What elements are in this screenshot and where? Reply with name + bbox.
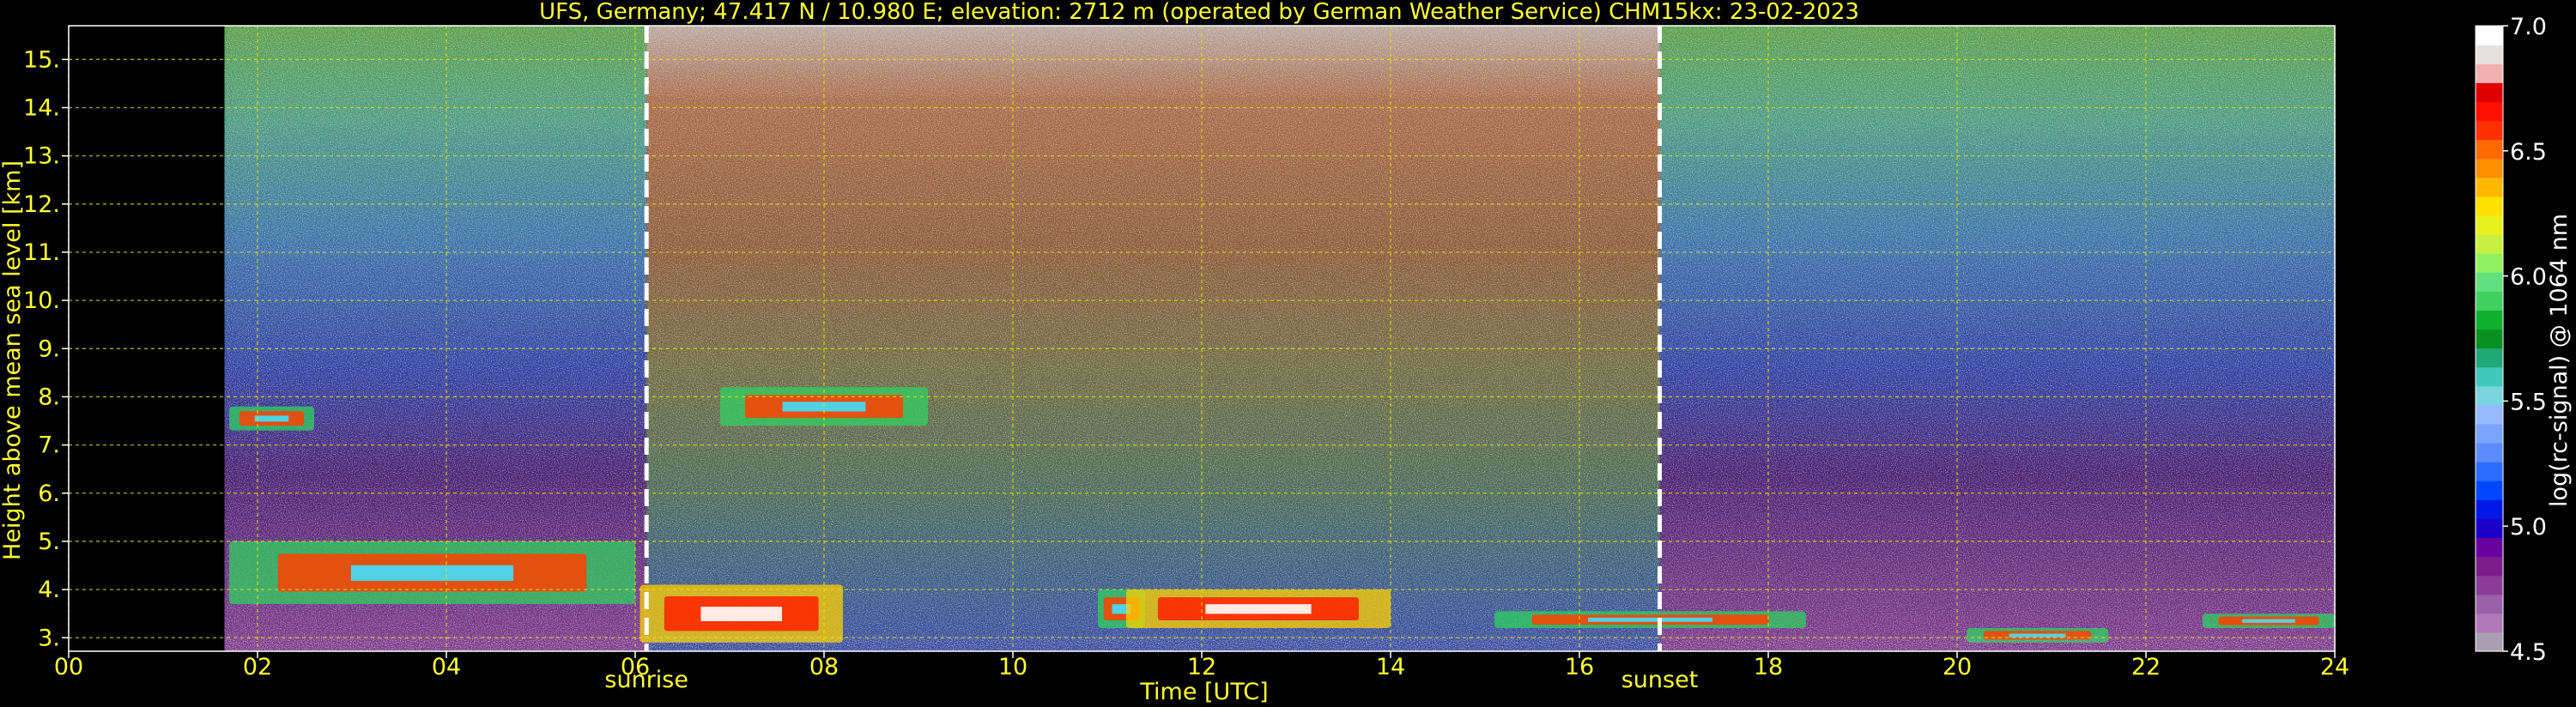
feature-cloud [1126,589,1391,629]
chart-title: UFS, Germany; 47.417 N / 10.980 E; eleva… [539,0,1859,25]
y-tick-label: 8. [38,384,60,410]
colorbar-tick-label: 5.5 [2510,389,2547,415]
colorbar-segment [2476,196,2503,216]
y-tick-label: 6. [38,480,60,507]
x-tick-label: 06 [621,654,650,680]
colorbar-segment [2476,139,2503,160]
colorbar-segment [2476,480,2503,500]
colorbar-segment [2476,177,2503,197]
colorbar-tick-label: 6.5 [2510,139,2547,166]
colorbar-tick-label: 7.0 [2510,14,2547,40]
colorbar-segment [2476,291,2503,311]
y-tick-label: 13. [23,143,60,170]
y-tick-label: 5. [38,529,60,555]
colorbar-tick-label: 4.5 [2510,639,2547,666]
feature-peak [350,565,514,581]
colorbar-tick-label: 6.0 [2510,264,2547,291]
x-tick-label: 18 [1754,654,1783,680]
colorbar-segment [2476,120,2503,141]
lidar-ceilometer-chart: sunrise sunset 00 02 04 06 08 10 12 14 16 18 20 22 24… [0,0,2573,705]
y-tick-label: 9. [38,335,60,362]
colorbar-segment [2476,575,2503,595]
feature-cloud [639,584,843,643]
colorbar-segment [2476,518,2503,539]
y-tick-label: 7. [38,432,60,459]
colorbar-segment [2476,158,2503,178]
colorbar-segment [2476,329,2503,349]
colorbar-label: log(rc-signal) @ 1064 nm [2546,214,2573,507]
feature-peak [254,415,289,422]
colorbar-segment [2476,631,2503,652]
x-tick-label: 04 [432,654,461,680]
colorbar-segment [2476,404,2503,425]
colorbar: 4.5 5.0 5.5 6.0 6.5 7.0 [2475,14,2547,666]
y-tick-label: 15. [23,46,60,73]
y-axis-label: Height above mean sea level [km] [0,160,26,560]
feature-peak [2242,619,2295,623]
colorbar-segment [2476,366,2503,387]
colorbar-segment [2476,253,2503,273]
colorbar-segment [2476,101,2503,122]
feature-cloud [229,406,314,431]
x-tick-label: 00 [54,654,83,680]
feature-peak [1587,617,1713,622]
colorbar-segment [2476,347,2503,368]
y-tick-label: 4. [38,577,60,603]
colorbar-segment [2476,537,2503,558]
feature-peak [700,607,783,621]
y-tick-label: 12. [23,191,60,218]
colorbar-segment [2476,423,2503,444]
y-tick-label: 10. [23,287,60,314]
y-tick-label: 3. [38,625,60,651]
colorbar-segment [2476,234,2503,254]
colorbar-segment [2476,82,2503,102]
colorbar-segment [2476,272,2503,292]
x-axis-label: Time [UTC] [1139,679,1268,705]
colorbar-segment [2476,26,2503,45]
feature-cloud [229,541,635,604]
feature-peak [1205,604,1312,614]
colorbar-segment [2476,63,2503,83]
x-tick-label: 16 [1565,654,1594,680]
colorbar-segment [2476,462,2503,481]
colorbar-segment [2476,443,2503,462]
x-tick-label: 08 [809,654,839,680]
x-tick-label: 02 [243,654,272,680]
colorbar-segment [2476,45,2503,64]
feature-boundary-layer [1494,611,1806,629]
x-tick-label: 24 [2320,654,2349,680]
feature-boundary-layer [2203,613,2335,629]
x-tick-label: 10 [998,654,1027,680]
colorbar-segment [2476,215,2503,235]
y-tick-label: 14. [23,94,60,121]
event-label-sunset: sunset [1621,667,1699,693]
colorbar-tick-label: 5.0 [2510,514,2547,541]
colorbar-segment [2476,613,2503,633]
x-tick-label: 14 [1376,654,1405,680]
x-tick-label: 22 [2131,654,2161,680]
colorbar-segment [2476,594,2503,614]
y-tick-label: 11. [23,239,60,266]
x-tick-label: 12 [1187,654,1216,680]
colorbar-segment [2476,310,2503,330]
colorbar-segment [2476,556,2503,577]
colorbar-segment [2476,385,2503,406]
x-tick-label: 20 [1943,654,1972,680]
colorbar-segment [2476,499,2503,519]
